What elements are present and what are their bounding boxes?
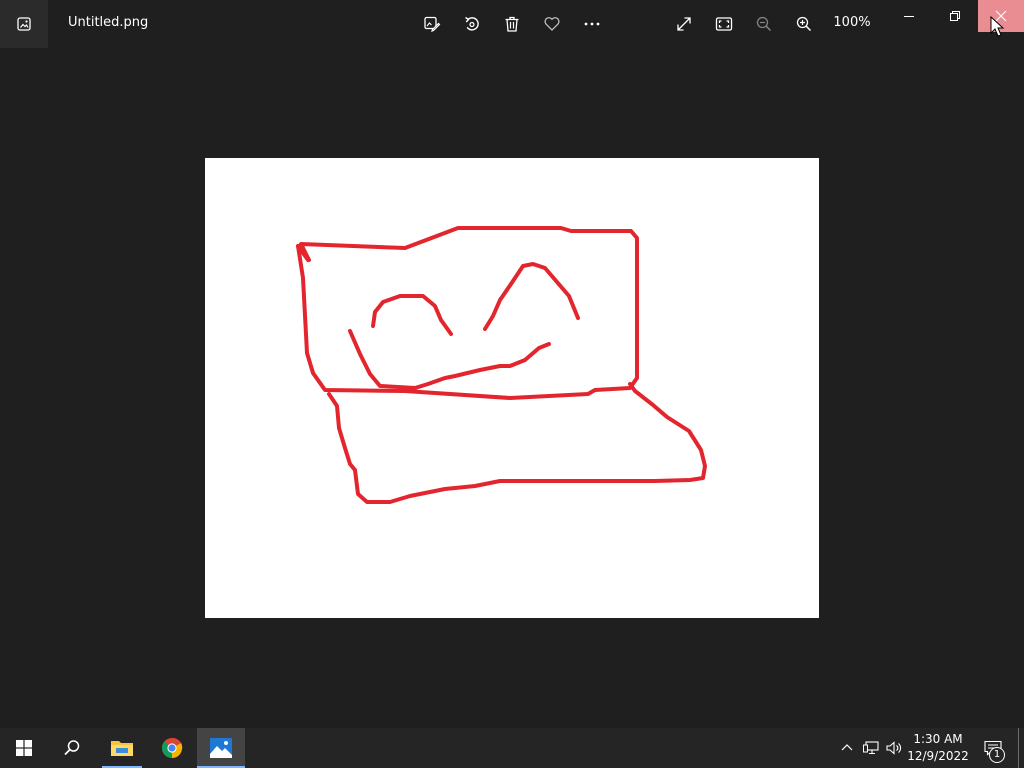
volume-icon [886, 741, 901, 755]
chrome-icon [161, 737, 183, 759]
chrome-taskbar-button[interactable] [152, 728, 192, 768]
title-bar: Untitled.png 100% [0, 0, 1024, 48]
restore-icon [950, 11, 960, 21]
displayed-image [205, 158, 819, 618]
minimize-icon [904, 16, 914, 17]
delete-button[interactable] [496, 8, 528, 40]
more-options-button[interactable] [576, 8, 608, 40]
expand-icon [677, 17, 691, 31]
zoom-out-icon [756, 16, 772, 32]
folder-icon [111, 741, 133, 756]
zoom-in-icon [796, 16, 812, 32]
taskbar: 1:30 AM 12/9/2022 1 [0, 728, 1024, 768]
close-button[interactable] [978, 0, 1024, 32]
edit-image-icon [424, 16, 441, 32]
photos-icon [210, 738, 232, 758]
show-desktop-button[interactable] [1018, 728, 1019, 768]
start-button[interactable] [0, 728, 48, 768]
edit-image-button[interactable] [416, 8, 448, 40]
windows-logo-icon [16, 740, 32, 756]
image-viewer-area[interactable] [0, 48, 1024, 728]
ellipsis-icon [584, 22, 600, 26]
photos-taskbar-button[interactable] [197, 728, 245, 768]
search-button[interactable] [48, 728, 96, 768]
full-screen-button[interactable] [668, 8, 700, 40]
red-laptop-drawing [296, 226, 707, 504]
chevron-up-icon [841, 744, 853, 751]
rotate-icon [465, 16, 479, 31]
rotate-button[interactable] [456, 8, 488, 40]
favorite-button[interactable] [536, 8, 568, 40]
notification-count-badge: 1 [989, 747, 1005, 763]
photos-app-button[interactable] [0, 0, 48, 48]
network-icon [863, 741, 879, 755]
zoom-level-button[interactable]: 100% [832, 15, 872, 30]
zoom-in-button[interactable] [788, 8, 820, 40]
network-button[interactable] [861, 728, 881, 768]
close-icon [995, 10, 1007, 22]
zoom-out-button[interactable] [748, 8, 780, 40]
file-explorer-taskbar-button[interactable] [102, 728, 142, 768]
show-hidden-icons-button[interactable] [838, 728, 856, 768]
heart-icon [544, 17, 560, 31]
clock-time: 1:30 AM [913, 732, 963, 746]
restore-button[interactable] [932, 0, 978, 32]
photos-app-icon [17, 17, 31, 31]
fit-window-icon [715, 17, 733, 31]
clock-button[interactable]: 1:30 AM 12/9/2022 [902, 731, 974, 765]
photos-app-window: Untitled.png 100% [0, 0, 1024, 728]
clock-date: 12/9/2022 [907, 749, 969, 763]
window-title: Untitled.png [68, 15, 149, 30]
trash-icon [505, 16, 519, 32]
fit-to-window-button[interactable] [708, 8, 740, 40]
volume-button[interactable] [884, 728, 904, 768]
search-icon [64, 740, 80, 756]
minimize-button[interactable] [886, 0, 932, 32]
